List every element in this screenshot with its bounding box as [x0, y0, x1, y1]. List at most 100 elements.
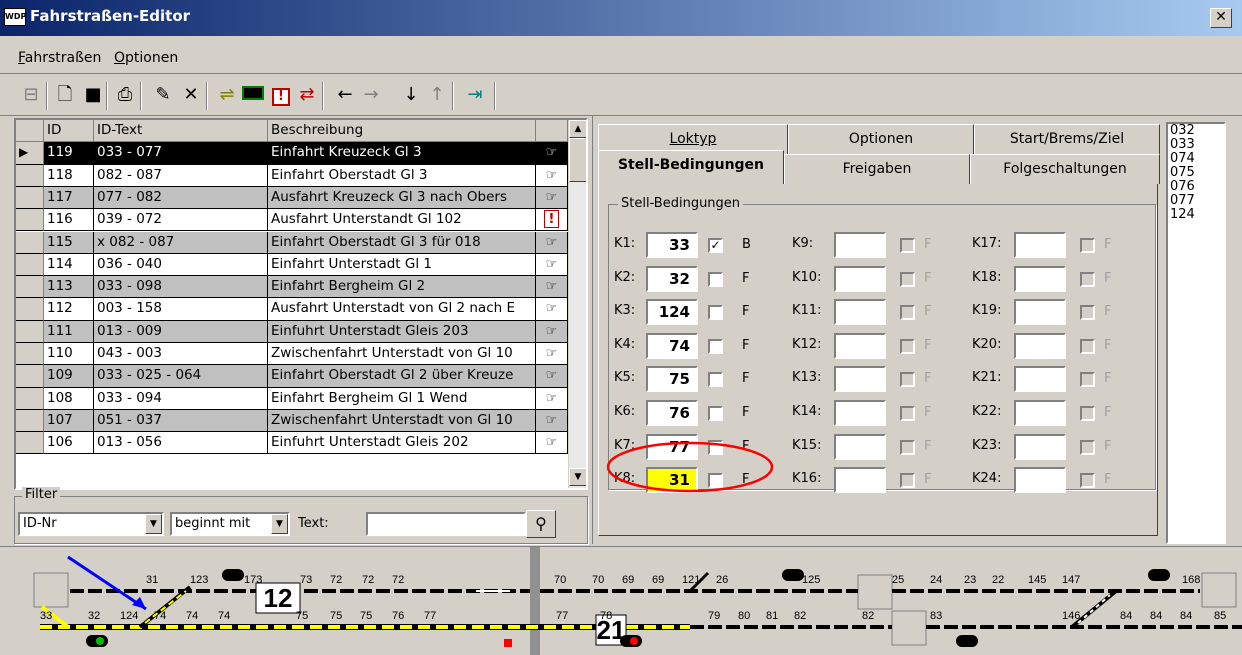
- tab-freigaben[interactable]: Freigaben: [784, 154, 970, 184]
- condition-input[interactable]: [834, 366, 886, 393]
- condition-checkbox[interactable]: [708, 271, 723, 287]
- route-icon[interactable]: ⇌: [214, 82, 240, 108]
- arrow-down-icon[interactable]: ↓: [398, 82, 424, 108]
- swap-icon[interactable]: ⇄: [294, 82, 320, 108]
- table-row[interactable]: 107 051 - 037 Zwischenfahrt Unterstadt von…: [16, 409, 568, 433]
- condition-checkbox[interactable]: [708, 338, 723, 354]
- filter-mode-select[interactable]: beginnt mit ▼: [170, 512, 290, 536]
- table-row[interactable]: 106 013 - 056 Einfuhrt Unterstadt Gleis 20…: [16, 432, 568, 455]
- condition-checkbox[interactable]: [900, 305, 915, 321]
- list-item[interactable]: 075: [1170, 166, 1224, 180]
- condition-checkbox[interactable]: [1080, 338, 1095, 354]
- condition-input[interactable]: [834, 299, 886, 326]
- condition-checkbox[interactable]: [1080, 473, 1095, 489]
- condition-input[interactable]: 76: [646, 400, 698, 426]
- tab-stell-bedingungen[interactable]: Stell-Bedingungen: [598, 150, 784, 184]
- condition-checkbox[interactable]: [1080, 439, 1095, 455]
- table-row[interactable]: 110 043 - 003 Zwischenfahrt Unterstadt von…: [16, 343, 568, 366]
- close-button[interactable]: ✕: [1210, 8, 1232, 28]
- condition-input[interactable]: [1014, 332, 1066, 359]
- condition-input[interactable]: [1014, 299, 1066, 326]
- condition-input[interactable]: [834, 265, 886, 292]
- menu-optionen[interactable]: Optionen: [114, 50, 178, 66]
- condition-checkbox[interactable]: [1080, 372, 1095, 388]
- header-id-text[interactable]: ID-Text: [94, 120, 268, 143]
- condition-checkbox[interactable]: [900, 338, 915, 354]
- condition-checkbox[interactable]: [900, 406, 915, 421]
- condition-input[interactable]: [1014, 400, 1066, 426]
- warning-icon[interactable]: !: [268, 82, 294, 108]
- list-item[interactable]: 076: [1170, 180, 1224, 194]
- condition-input[interactable]: [1014, 433, 1066, 460]
- table-row[interactable]: ▶ 119 033 - 077 Einfahrt Kreuzeck Gl 3 ☞: [16, 142, 568, 165]
- delete-icon[interactable]: ✕: [178, 82, 204, 108]
- arrow-right-icon[interactable]: →: [358, 82, 384, 108]
- arrow-up-icon[interactable]: ↑: [424, 82, 450, 108]
- header-id[interactable]: ID: [44, 120, 94, 143]
- chevron-down-icon[interactable]: ▼: [145, 514, 162, 534]
- list-item[interactable]: 033: [1170, 138, 1224, 152]
- header-icon[interactable]: [536, 120, 568, 143]
- condition-input[interactable]: [1014, 467, 1066, 494]
- side-list[interactable]: 032 033 074 075 076 077 124: [1166, 122, 1226, 544]
- filter-field-select[interactable]: ID-Nr ▼: [18, 512, 164, 536]
- condition-checkbox[interactable]: [708, 406, 723, 421]
- condition-input[interactable]: 74: [646, 332, 698, 359]
- condition-checkbox[interactable]: ✓: [708, 238, 723, 253]
- scroll-thumb[interactable]: [569, 138, 586, 182]
- print-icon[interactable]: ⎙: [112, 82, 138, 108]
- scroll-down-icon[interactable]: ▼: [569, 468, 586, 486]
- list-item[interactable]: 124: [1170, 208, 1224, 222]
- condition-checkbox[interactable]: [1080, 305, 1095, 321]
- condition-input[interactable]: [1014, 232, 1066, 258]
- condition-checkbox[interactable]: [900, 271, 915, 287]
- table-row[interactable]: 117 077 - 082 Ausfahrt Kreuzeck Gl 3 nach …: [16, 186, 568, 210]
- table-row[interactable]: 114 036 - 040 Einfahrt Unterstadt Gl 1 ☞: [16, 253, 568, 277]
- condition-input[interactable]: [834, 433, 886, 460]
- list-item[interactable]: 077: [1170, 194, 1224, 208]
- header-description[interactable]: Beschreibung: [268, 120, 536, 143]
- table-row[interactable]: 113 033 - 098 Einfahrt Bergheim Gl 2 ☞: [16, 276, 568, 299]
- new-doc-icon[interactable]: 🗋: [52, 82, 78, 108]
- condition-checkbox[interactable]: [1080, 238, 1095, 253]
- list-item[interactable]: 074: [1170, 152, 1224, 166]
- chevron-down-icon[interactable]: ▼: [271, 514, 288, 534]
- condition-input[interactable]: 124: [646, 299, 698, 326]
- condition-input[interactable]: 75: [646, 366, 698, 393]
- table-row[interactable]: 112 003 - 158 Ausfahrt Unterstadt von Gl 2…: [16, 298, 568, 321]
- condition-checkbox[interactable]: [900, 372, 915, 388]
- condition-input[interactable]: [834, 232, 886, 258]
- table-row[interactable]: 111 013 - 009 Einfuhrt Unterstadt Gleis 20…: [16, 320, 568, 343]
- condition-checkbox[interactable]: [708, 372, 723, 388]
- layout-icon[interactable]: ⊟: [18, 82, 44, 108]
- condition-checkbox[interactable]: [1080, 406, 1095, 421]
- arrow-left-icon[interactable]: ←: [332, 82, 358, 108]
- condition-checkbox[interactable]: [900, 439, 915, 455]
- table-row[interactable]: 118 082 - 087 Einfahrt Oberstadt Gl 3 ☞: [16, 164, 568, 187]
- list-item[interactable]: 032: [1170, 124, 1224, 138]
- edit-icon[interactable]: ✎: [150, 82, 176, 108]
- table-row[interactable]: 108 033 - 094 Einfahrt Bergheim Gl 1 Wend ☞: [16, 387, 568, 410]
- condition-checkbox[interactable]: [900, 473, 915, 489]
- condition-checkbox[interactable]: [1080, 271, 1095, 287]
- menu-fahrstrassen[interactable]: Fahrstraßen: [18, 50, 101, 66]
- search-icon[interactable]: ⚲: [526, 510, 556, 538]
- condition-input[interactable]: 32: [646, 265, 698, 292]
- condition-input[interactable]: [834, 400, 886, 426]
- signal-icon[interactable]: [240, 82, 266, 108]
- condition-input[interactable]: 33: [646, 232, 698, 258]
- condition-checkbox[interactable]: [900, 238, 915, 253]
- table-scrollbar[interactable]: ▲ ▼: [568, 120, 586, 488]
- condition-input[interactable]: [1014, 265, 1066, 292]
- tab-start-brems-ziel[interactable]: Start/Brems/Ziel: [974, 124, 1160, 154]
- tab-folgeschaltungen[interactable]: Folgeschaltungen: [970, 154, 1160, 184]
- scroll-up-icon[interactable]: ▲: [569, 120, 586, 138]
- filter-text-input[interactable]: [366, 512, 526, 536]
- tab-optionen[interactable]: Optionen: [788, 124, 974, 154]
- condition-checkbox[interactable]: [708, 305, 723, 321]
- table-row[interactable]: 116 039 - 072 Ausfahrt Unterstandt Gl 102!: [16, 209, 568, 232]
- condition-input[interactable]: [834, 332, 886, 359]
- save-icon[interactable]: ■: [80, 82, 106, 108]
- condition-input[interactable]: [1014, 366, 1066, 393]
- table-row[interactable]: 115 x 082 - 087 Einfahrt Oberstadt Gl 3 fü…: [16, 231, 568, 254]
